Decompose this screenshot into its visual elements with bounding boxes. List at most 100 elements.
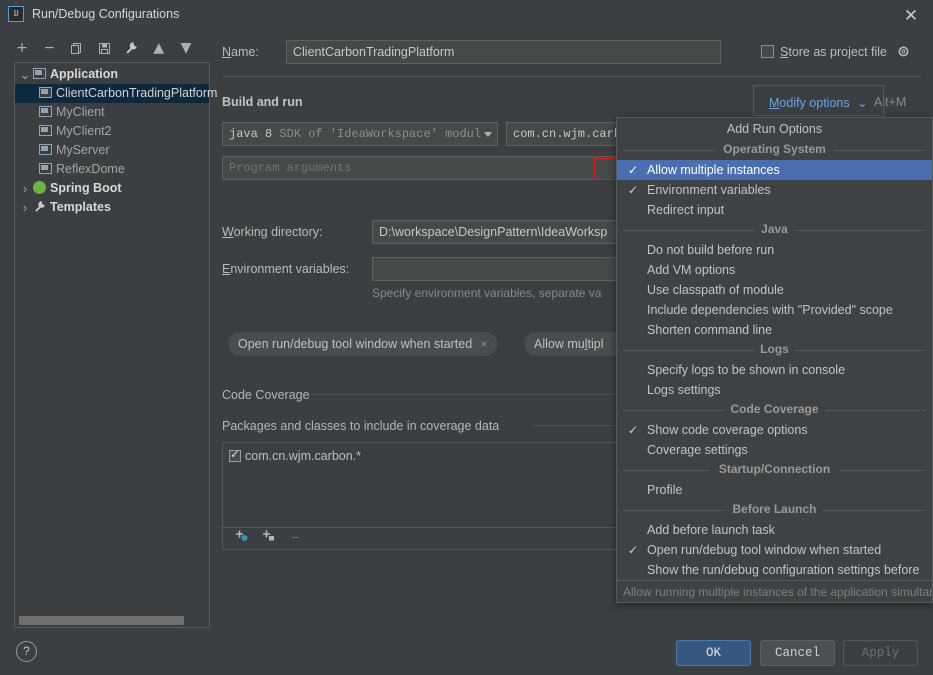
- menu-item-label: Shorten command line: [647, 323, 773, 337]
- menu-item-profile[interactable]: Profile: [617, 480, 932, 500]
- application-icon: [39, 106, 52, 117]
- menu-section-rule: [623, 150, 716, 151]
- remove-pattern-button[interactable]: −: [284, 528, 308, 548]
- chevron-down-icon: ⌄: [857, 96, 868, 110]
- store-as-project-file-box[interactable]: [761, 45, 774, 58]
- add-package-button[interactable]: [256, 528, 280, 548]
- environment-variables-hint: Specify environment variables, separate …: [372, 286, 602, 300]
- menu-section-label: Code Coverage: [724, 402, 825, 416]
- menu-item-label: Show code coverage options: [647, 423, 808, 437]
- run-debug-configurations-dialog: IJ Run/Debug Configurations ✕ + − ▲ ▼ » …: [0, 0, 933, 675]
- menu-section-rule: [839, 470, 926, 471]
- menu-item-add-vm-options[interactable]: Add VM options: [617, 260, 932, 280]
- tree-item-clientcarbontradingplatform[interactable]: ClientCarbonTradingPlatform: [15, 84, 217, 103]
- apply-button[interactable]: Apply: [843, 640, 918, 666]
- store-as-project-file-checkbox[interactable]: Store as project file: [761, 45, 910, 61]
- close-icon[interactable]: ×: [480, 337, 487, 351]
- menu-item-show-code-coverage-options[interactable]: ✓ Show code coverage options: [617, 420, 932, 440]
- tree-item-myclient[interactable]: MyClient: [15, 103, 209, 122]
- wrench-icon[interactable]: [119, 36, 143, 60]
- name-input[interactable]: [286, 40, 721, 64]
- menu-section-rule: [833, 150, 926, 151]
- remove-configuration-button[interactable]: −: [37, 36, 61, 60]
- chevron-right-icon[interactable]: ›: [17, 179, 33, 198]
- menu-item-label: Specify logs to be shown in console: [647, 363, 846, 377]
- wrench-icon: [33, 200, 47, 219]
- move-up-button[interactable]: ▲: [147, 36, 171, 60]
- chevron-right-icon[interactable]: ›: [17, 198, 33, 217]
- tree-item-myclient2[interactable]: MyClient2: [15, 122, 209, 141]
- tree-item-application[interactable]: ⌄ Application: [15, 65, 209, 84]
- pill-label: Allow multipl: [534, 337, 604, 351]
- menu-item-environment-variables[interactable]: ✓ Environment variables: [617, 180, 932, 200]
- modify-options-link[interactable]: Modify options ⌄: [769, 95, 868, 110]
- chevron-down-icon[interactable]: ⌄: [17, 65, 33, 84]
- menu-section-header: Code Coverage: [617, 400, 932, 420]
- application-icon: [39, 144, 52, 155]
- tree-item-spring-boot[interactable]: › Spring Boot: [15, 179, 209, 198]
- configurations-tree[interactable]: ⌄ Application ClientCarbonTradingPlatform M…: [14, 62, 217, 628]
- menu-section-rule: [793, 350, 926, 351]
- menu-section-rule: [823, 510, 926, 511]
- pill-label: Open run/debug tool window when started: [238, 337, 473, 351]
- sdk-description: SDK of 'IdeaWorkspace' modul: [279, 127, 482, 141]
- check-icon: ✓: [628, 163, 639, 177]
- menu-item-redirect-input[interactable]: Redirect input: [617, 200, 932, 220]
- menu-section-rule: [623, 230, 756, 231]
- name-label: Name:: [222, 45, 259, 59]
- tree-item-label: Spring Boot: [50, 181, 122, 195]
- copy-configuration-icon[interactable]: [65, 36, 89, 60]
- add-class-button[interactable]: [229, 528, 253, 548]
- pill-open-run-debug-tool-window[interactable]: Open run/debug tool window when started ×: [228, 332, 498, 356]
- menu-section-header: Logs: [617, 340, 932, 360]
- environment-variables-label: Environment variables:: [222, 262, 350, 276]
- tree-horizontal-scrollbar[interactable]: [19, 616, 184, 625]
- name-separator: [222, 76, 922, 77]
- menu-item-label: Profile: [647, 483, 683, 497]
- tree-item-templates[interactable]: › Templates: [15, 198, 209, 217]
- menu-item-allow-multiple-instances[interactable]: ✓ Allow multiple instances: [617, 160, 932, 180]
- menu-item-shorten-command-line[interactable]: Shorten command line: [617, 320, 932, 340]
- menu-item-label: Allow multiple instances: [647, 163, 780, 177]
- tree-item-label: Application: [50, 67, 119, 81]
- cancel-button[interactable]: Cancel: [760, 640, 835, 666]
- title-bar: IJ Run/Debug Configurations ✕: [0, 0, 933, 30]
- tree-item-myserver[interactable]: MyServer: [15, 141, 209, 160]
- build-and-run-title: Build and run: [222, 95, 303, 109]
- menu-section-label: Startup/Connection: [712, 462, 837, 476]
- coverage-pattern-checkbox[interactable]: [229, 447, 241, 462]
- menu-item-specify-logs-to-be-shown-in-console[interactable]: Specify logs to be shown in console: [617, 360, 932, 380]
- menu-section-header: Before Launch: [617, 500, 932, 520]
- menu-item-label: Environment variables: [647, 183, 771, 197]
- menu-item-open-run-debug-tool-window-when-started[interactable]: ✓ Open run/debug tool window when started: [617, 540, 932, 560]
- jre-module-combo[interactable]: java 8 SDK of 'IdeaWorkspace' modul: [222, 122, 498, 146]
- menu-section-rule: [623, 510, 726, 511]
- tree-item-reflexdome[interactable]: ReflexDome: [15, 160, 209, 179]
- tree-item-label: Templates: [50, 200, 111, 214]
- code-coverage-section-title: Code Coverage: [222, 388, 310, 402]
- application-icon: [33, 68, 46, 79]
- menu-item-add-before-launch-task[interactable]: Add before launch task: [617, 520, 932, 540]
- menu-item-logs-settings[interactable]: Logs settings: [617, 380, 932, 400]
- menu-item-do-not-build-before-run[interactable]: Do not build before run: [617, 240, 932, 260]
- modify-options-menu[interactable]: Add Run Options Operating System ✓ Allow m…: [616, 117, 933, 603]
- add-configuration-button[interactable]: +: [10, 36, 34, 60]
- help-button[interactable]: ?: [16, 641, 37, 662]
- coverage-packages-title: Packages and classes to include in cover…: [222, 419, 500, 433]
- menu-section-rule: [623, 470, 710, 471]
- menu-item-coverage-settings[interactable]: Coverage settings: [617, 440, 932, 460]
- menu-item-label: Do not build before run: [647, 243, 775, 257]
- ok-button[interactable]: OK: [676, 640, 751, 666]
- check-icon: ✓: [628, 423, 639, 437]
- menu-item-include-dependencies-with-provided-scope[interactable]: Include dependencies with "Provided" sco…: [617, 300, 932, 320]
- close-icon[interactable]: ✕: [899, 4, 923, 28]
- menu-item-show-the-run-debug-configuration-settings-before[interactable]: Show the run/debug configuration setting…: [617, 560, 932, 580]
- menu-item-use-classpath-of-module[interactable]: Use classpath of module: [617, 280, 932, 300]
- menu-section-label: Before Launch: [726, 502, 823, 516]
- chevron-down-icon: [484, 132, 492, 137]
- move-down-button[interactable]: ▼: [174, 36, 198, 60]
- gear-icon[interactable]: [897, 45, 910, 61]
- spring-boot-icon: [33, 181, 46, 194]
- save-configuration-icon[interactable]: [92, 36, 116, 60]
- check-icon: ✓: [628, 543, 639, 557]
